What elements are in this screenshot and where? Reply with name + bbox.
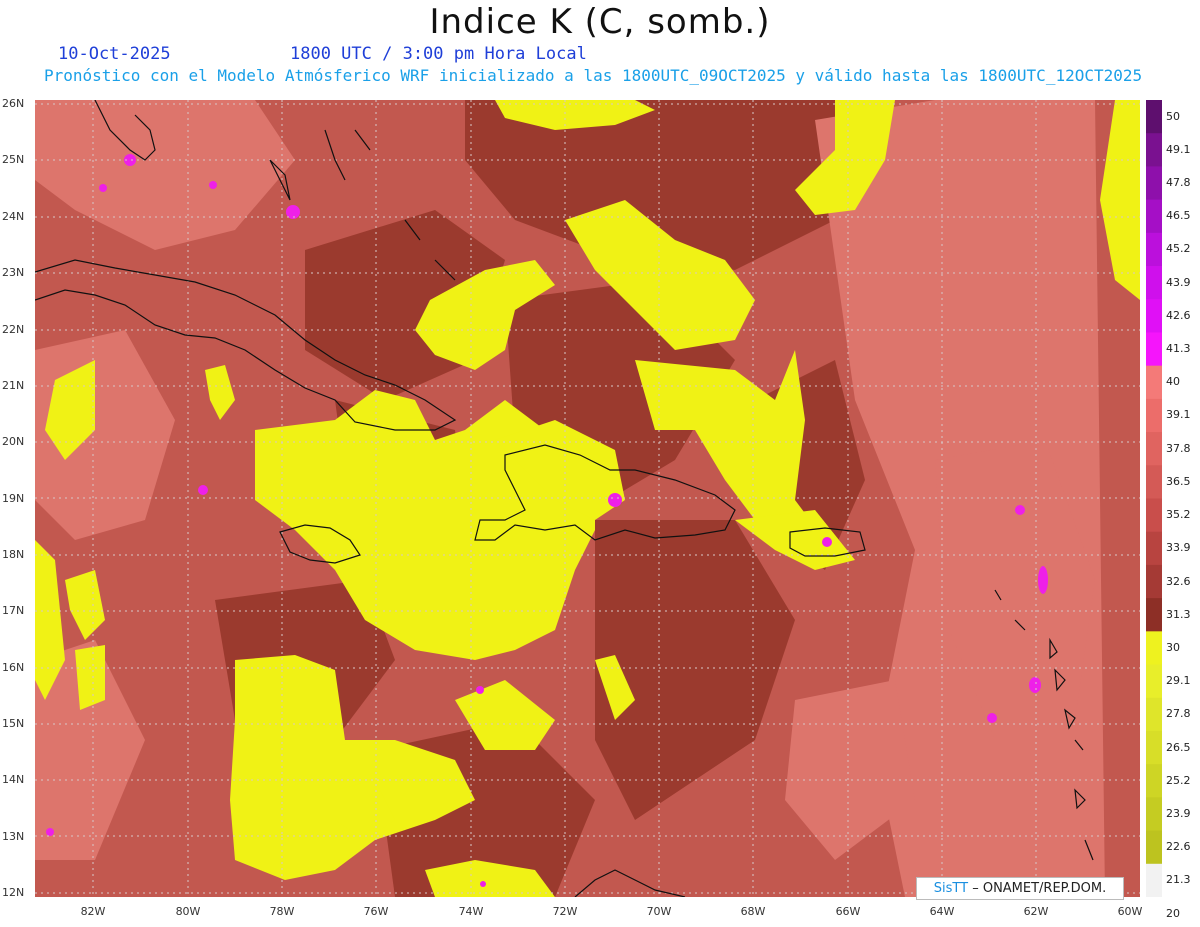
lat-label: 13N bbox=[2, 830, 25, 843]
colorbar-segment bbox=[1146, 498, 1162, 533]
colorbar-segment bbox=[1146, 531, 1162, 566]
lon-label: 74W bbox=[458, 905, 484, 918]
forecast-time: 1800 UTC / 3:00 pm Hora Local bbox=[290, 44, 587, 64]
lat-label: 12N bbox=[2, 886, 25, 899]
colorbar-segment bbox=[1146, 598, 1162, 632]
k-index-map bbox=[35, 100, 1140, 897]
colorbar-segment bbox=[1146, 199, 1162, 234]
lat-label: 24N bbox=[2, 210, 25, 223]
colorbar-segment bbox=[1146, 432, 1162, 466]
lon-label: 76W bbox=[363, 905, 389, 918]
lat-label: 17N bbox=[2, 604, 25, 617]
lon-label: 64W bbox=[929, 905, 955, 918]
colorbar-label: 33.9 bbox=[1166, 541, 1191, 555]
lon-label: 78W bbox=[269, 905, 295, 918]
colorbar-segment bbox=[1146, 465, 1162, 499]
colorbar-label: 39.1 bbox=[1166, 408, 1191, 422]
lat-label: 14N bbox=[2, 773, 25, 786]
colorbar-label: 29.1 bbox=[1166, 674, 1191, 688]
lon-label: 70W bbox=[646, 905, 672, 918]
lon-label: 60W bbox=[1117, 905, 1143, 918]
colorbar-segment bbox=[1146, 564, 1162, 599]
colorbar-label: 22.6 bbox=[1166, 840, 1191, 854]
colorbar-segment bbox=[1146, 332, 1162, 367]
sistt-logo: SisTT bbox=[933, 881, 969, 896]
colorbar-segment bbox=[1146, 100, 1162, 134]
colorbar-label: 47.8 bbox=[1166, 176, 1191, 190]
lat-label: 16N bbox=[2, 661, 25, 674]
colorbar-segment bbox=[1146, 166, 1162, 201]
colorbar-segment bbox=[1146, 266, 1162, 300]
lat-label: 19N bbox=[2, 492, 25, 505]
colorbar-label: 42.6 bbox=[1166, 308, 1191, 322]
lat-label: 15N bbox=[2, 717, 25, 730]
colorbar-segment bbox=[1146, 631, 1162, 666]
colorbar-label: 40 bbox=[1166, 375, 1180, 389]
colorbar-label: 45.2 bbox=[1166, 242, 1191, 256]
lat-label: 26N bbox=[2, 97, 25, 110]
lat-label: 20N bbox=[2, 435, 25, 448]
lon-label: 72W bbox=[552, 905, 578, 918]
colorbar-label: 20 bbox=[1166, 906, 1180, 920]
lon-label: 66W bbox=[835, 905, 861, 918]
colorbar-label: 46.5 bbox=[1166, 209, 1191, 223]
colorbar-label: 23.9 bbox=[1166, 806, 1191, 820]
forecast-date: 10-Oct-2025 bbox=[58, 44, 171, 64]
colorbar-segment bbox=[1146, 133, 1162, 167]
chart-title: Indice K (C, somb.) bbox=[429, 2, 771, 42]
colorbar-label: 41.3 bbox=[1166, 342, 1191, 356]
colorbar-label: 35.2 bbox=[1166, 508, 1191, 522]
colorbar-label: 49.1 bbox=[1166, 142, 1191, 156]
colorbar-label: 43.9 bbox=[1166, 275, 1191, 289]
colorbar-label: 25.2 bbox=[1166, 773, 1191, 787]
colorbar-segment bbox=[1146, 730, 1162, 765]
colorbar-label: 27.8 bbox=[1166, 707, 1191, 721]
lat-label: 21N bbox=[2, 379, 25, 392]
credit-box: SisTT – ONAMET/REP.DOM. bbox=[916, 877, 1124, 900]
colorbar-label: 30 bbox=[1166, 640, 1180, 654]
lon-label: 62W bbox=[1023, 905, 1049, 918]
lat-label: 22N bbox=[2, 323, 25, 336]
lat-label: 25N bbox=[2, 153, 25, 166]
colorbar-segment bbox=[1146, 797, 1162, 832]
colorbar-segment bbox=[1146, 365, 1162, 400]
colorbar-label: 31.3 bbox=[1166, 607, 1191, 621]
colorbar-label: 36.5 bbox=[1166, 474, 1191, 488]
colorbar-label: 37.8 bbox=[1166, 441, 1191, 455]
credit-text: – ONAMET/REP.DOM. bbox=[972, 881, 1107, 896]
lat-label: 18N bbox=[2, 548, 25, 561]
model-description: Pronóstico con el Modelo Atmósferico WRF… bbox=[44, 66, 1143, 85]
colorbar-segment bbox=[1146, 764, 1162, 798]
lon-label: 82W bbox=[80, 905, 106, 918]
colorbar-label: 50 bbox=[1166, 109, 1180, 123]
lon-label: 68W bbox=[740, 905, 766, 918]
colorbar-label: 21.3 bbox=[1166, 873, 1191, 887]
colorbar-label: 26.5 bbox=[1166, 740, 1191, 754]
colorbar-segment bbox=[1146, 299, 1162, 333]
colorbar-segment bbox=[1146, 664, 1162, 699]
lon-label: 80W bbox=[175, 905, 201, 918]
colorbar-segment bbox=[1146, 830, 1162, 865]
colorbar-segment bbox=[1146, 398, 1162, 433]
colorbar-segment bbox=[1146, 863, 1162, 897]
lat-label: 23N bbox=[2, 266, 25, 279]
colorbar-segment bbox=[1146, 697, 1162, 732]
colorbar-label: 32.6 bbox=[1166, 574, 1191, 588]
colorbar bbox=[1146, 100, 1162, 897]
colorbar-segment bbox=[1146, 232, 1162, 267]
